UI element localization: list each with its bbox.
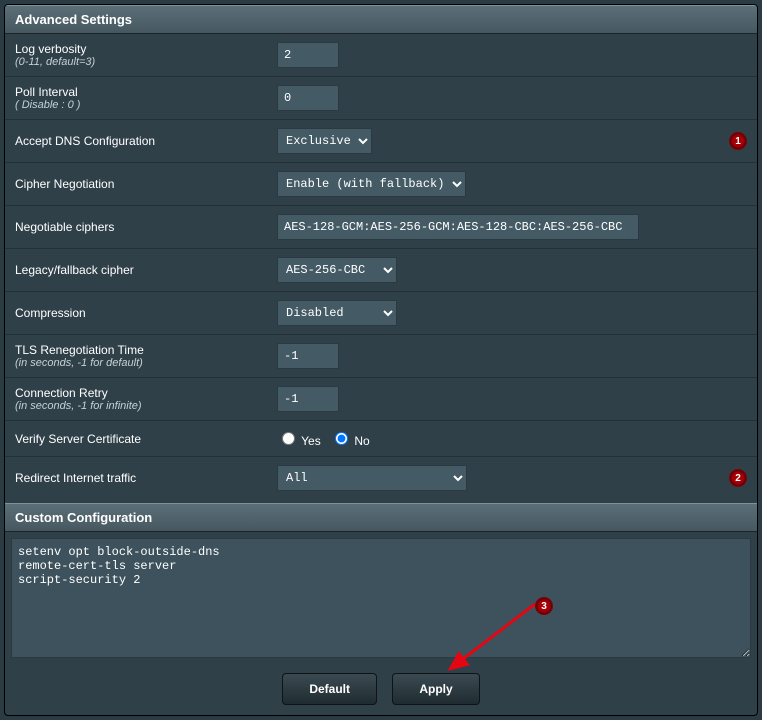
verify-cert-yes-text: Yes <box>301 434 321 448</box>
default-button[interactable]: Default <box>282 673 377 705</box>
annotation-badge-2: 2 <box>729 469 747 487</box>
negotiable-ciphers-label: Negotiable ciphers <box>15 220 114 234</box>
custom-config-header: Custom Configuration <box>5 503 757 532</box>
poll-interval-label: Poll Interval <box>15 85 78 99</box>
log-verbosity-label: Log verbosity <box>15 42 86 56</box>
compression-label: Compression <box>15 306 86 320</box>
tls-reneg-hint: (in seconds, -1 for default) <box>15 357 257 369</box>
settings-table: Log verbosity (0-11, default=3) Poll Int… <box>5 34 757 499</box>
redirect-label: Redirect Internet traffic <box>15 471 136 485</box>
poll-interval-hint: ( Disable : 0 ) <box>15 99 257 111</box>
annotation-badge-3: 3 <box>535 597 553 615</box>
compression-select[interactable]: Disabled <box>277 300 397 326</box>
legacy-cipher-label: Legacy/fallback cipher <box>15 263 134 277</box>
verify-cert-yes-radio[interactable] <box>282 432 295 445</box>
advanced-settings-header: Advanced Settings <box>5 5 757 34</box>
verify-cert-no-radio[interactable] <box>335 432 348 445</box>
cipher-negotiation-label: Cipher Negotiation <box>15 177 114 191</box>
redirect-select[interactable]: All <box>277 465 467 491</box>
legacy-cipher-select[interactable]: AES-256-CBC <box>277 257 397 283</box>
verify-cert-label: Verify Server Certificate <box>15 432 141 446</box>
annotation-badge-1: 1 <box>729 132 747 150</box>
conn-retry-hint: (in seconds, -1 for infinite) <box>15 400 257 412</box>
log-verbosity-hint: (0-11, default=3) <box>15 56 257 68</box>
conn-retry-label: Connection Retry <box>15 386 108 400</box>
verify-cert-yes-label[interactable]: Yes <box>277 434 324 448</box>
negotiable-ciphers-input[interactable] <box>277 214 639 240</box>
verify-cert-no-text: No <box>354 434 369 448</box>
log-verbosity-input[interactable] <box>277 42 339 68</box>
tls-reneg-input[interactable] <box>277 343 339 369</box>
tls-reneg-label: TLS Renegotiation Time <box>15 343 144 357</box>
poll-interval-input[interactable] <box>277 85 339 111</box>
cipher-negotiation-select[interactable]: Enable (with fallback) <box>277 171 466 197</box>
verify-cert-no-label[interactable]: No <box>330 434 370 448</box>
apply-button[interactable]: Apply <box>392 673 479 705</box>
accept-dns-select[interactable]: Exclusive <box>277 128 372 154</box>
custom-config-textarea[interactable] <box>11 538 751 658</box>
conn-retry-input[interactable] <box>277 386 339 412</box>
advanced-settings-panel: Advanced Settings Log verbosity (0-11, d… <box>4 4 758 716</box>
accept-dns-label: Accept DNS Configuration <box>15 134 155 148</box>
